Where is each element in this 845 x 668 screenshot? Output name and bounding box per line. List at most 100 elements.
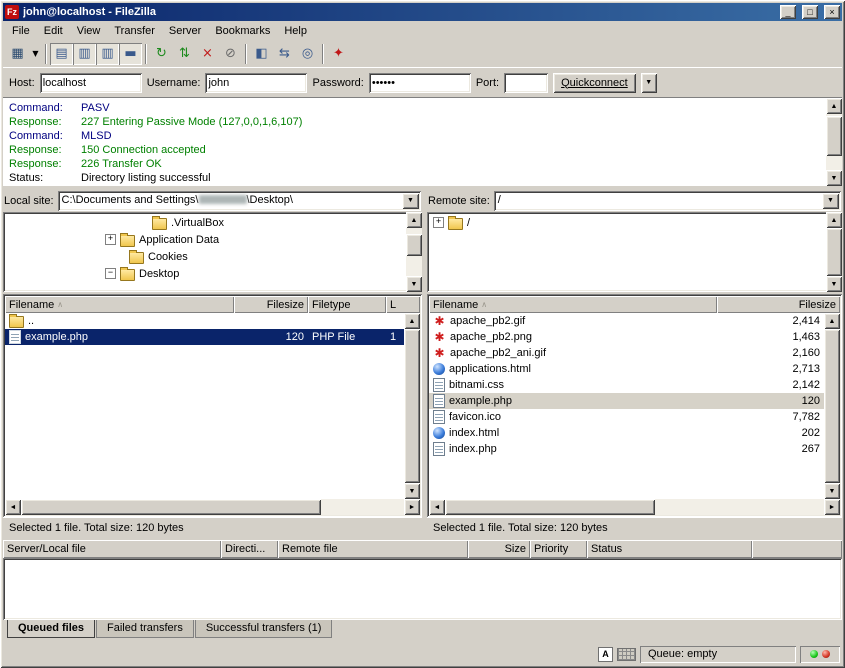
- column-header-priority[interactable]: Priority: [530, 540, 587, 558]
- tree-item[interactable]: + Application Data: [3, 231, 406, 248]
- toggle-remote-tree-button[interactable]: ▥: [96, 43, 119, 65]
- table-row[interactable]: applications.html 2,713: [429, 361, 824, 377]
- scroll-down-icon[interactable]: ▼: [404, 483, 420, 499]
- close-button[interactable]: ×: [824, 5, 840, 19]
- queue-body[interactable]: [3, 558, 842, 620]
- remote-site-dropdown-button[interactable]: ▼: [822, 193, 839, 209]
- tree-expand-icon[interactable]: +: [433, 217, 444, 228]
- quickconnect-button[interactable]: Quickconnect: [553, 73, 636, 93]
- table-row[interactable]: bitnami.css 2,142: [429, 377, 824, 393]
- tab-queued-files[interactable]: Queued files: [7, 620, 95, 638]
- column-header-filename[interactable]: Filename∧: [429, 296, 717, 313]
- toggle-local-tree-button[interactable]: ▥: [73, 43, 96, 65]
- scroll-down-icon[interactable]: ▼: [826, 276, 842, 292]
- remote-list-horizontal-scrollbar[interactable]: ◄ ►: [429, 499, 840, 515]
- scroll-up-icon[interactable]: ▲: [826, 212, 842, 228]
- menu-transfer[interactable]: Transfer: [107, 23, 162, 39]
- scroll-up-icon[interactable]: ▲: [406, 212, 422, 228]
- scroll-up-icon[interactable]: ▲: [404, 313, 420, 329]
- scroll-down-icon[interactable]: ▼: [406, 276, 422, 292]
- keys-button[interactable]: ✦: [327, 43, 350, 65]
- table-row-parent-dir[interactable]: ..: [5, 313, 404, 329]
- scroll-down-icon[interactable]: ▼: [826, 170, 842, 186]
- tree-expand-icon[interactable]: +: [105, 234, 116, 245]
- menu-help[interactable]: Help: [277, 23, 314, 39]
- process-queue-button[interactable]: ⇅: [173, 43, 196, 65]
- tree-item[interactable]: Cookies: [3, 248, 406, 265]
- port-input[interactable]: [504, 73, 548, 93]
- column-header-truncated[interactable]: L: [386, 296, 420, 313]
- table-row-example-php[interactable]: example.php 120 PHP File 1: [5, 329, 404, 345]
- username-input[interactable]: [205, 73, 307, 93]
- menu-view[interactable]: View: [70, 23, 108, 39]
- remote-list-vertical-scrollbar[interactable]: ▲ ▼: [824, 313, 840, 499]
- scroll-thumb[interactable]: [826, 116, 842, 156]
- local-list-vertical-scrollbar[interactable]: ▲ ▼: [404, 313, 420, 499]
- tree-item-root[interactable]: + /: [427, 214, 826, 231]
- tab-failed-transfers[interactable]: Failed transfers: [96, 620, 194, 638]
- table-row[interactable]: index.html 202: [429, 425, 824, 441]
- menu-bookmarks[interactable]: Bookmarks: [208, 23, 277, 39]
- scroll-right-icon[interactable]: ►: [404, 499, 420, 515]
- tab-successful-transfers[interactable]: Successful transfers (1): [195, 620, 333, 638]
- ascii-transfer-type-icon[interactable]: A: [598, 647, 613, 662]
- cancel-button[interactable]: ×: [196, 43, 219, 65]
- column-header-status[interactable]: Status: [587, 540, 752, 558]
- menu-server[interactable]: Server: [162, 23, 208, 39]
- host-input[interactable]: [40, 73, 142, 93]
- quickconnect-dropdown-button[interactable]: ▼: [641, 73, 657, 93]
- local-list-horizontal-scrollbar[interactable]: ◄ ►: [5, 499, 420, 515]
- title-bar[interactable]: Fz john@localhost - FileZilla _ □ ×: [3, 3, 842, 21]
- tree-item[interactable]: .VirtualBox: [3, 214, 406, 231]
- menu-edit[interactable]: Edit: [37, 23, 70, 39]
- scroll-thumb[interactable]: [445, 499, 655, 515]
- site-manager-button[interactable]: ▦: [6, 43, 29, 65]
- scroll-up-icon[interactable]: ▲: [826, 98, 842, 114]
- scroll-thumb[interactable]: [824, 329, 840, 483]
- minimize-button[interactable]: _: [780, 5, 796, 19]
- scroll-thumb[interactable]: [406, 234, 422, 256]
- local-tree-vertical-scrollbar[interactable]: ▲ ▼: [406, 212, 422, 292]
- refresh-button[interactable]: ↻: [150, 43, 173, 65]
- table-row-example-php[interactable]: example.php 120: [429, 393, 824, 409]
- keyboard-icon[interactable]: [617, 648, 636, 661]
- column-header-size[interactable]: Size: [468, 540, 530, 558]
- table-row[interactable]: index.php 267: [429, 441, 824, 457]
- remote-site-combo[interactable]: / ▼: [494, 191, 841, 211]
- directory-comparison-button[interactable]: ◧: [250, 43, 273, 65]
- scroll-right-icon[interactable]: ►: [824, 499, 840, 515]
- scroll-thumb[interactable]: [404, 329, 420, 483]
- table-row[interactable]: ✱apache_pb2.png 1,463: [429, 329, 824, 345]
- column-header-filesize[interactable]: Filesize: [717, 296, 840, 313]
- disconnect-button[interactable]: ⊘: [219, 43, 242, 65]
- maximize-button[interactable]: □: [802, 5, 818, 19]
- password-input[interactable]: [369, 73, 471, 93]
- find-files-button[interactable]: ◎: [296, 43, 319, 65]
- column-header-server-local-file[interactable]: Server/Local file: [3, 540, 221, 558]
- table-row[interactable]: ✱apache_pb2.gif 2,414: [429, 313, 824, 329]
- local-site-combo[interactable]: C:\Documents and Settings\\Desktop\ ▼: [58, 191, 421, 211]
- remote-tree-vertical-scrollbar[interactable]: ▲ ▼: [826, 212, 842, 292]
- scroll-thumb[interactable]: [21, 499, 321, 515]
- scroll-up-icon[interactable]: ▲: [824, 313, 840, 329]
- synchronized-browsing-button[interactable]: ⇆: [273, 43, 296, 65]
- column-header-remote-file[interactable]: Remote file: [278, 540, 468, 558]
- table-row[interactable]: ✱apache_pb2_ani.gif 2,160: [429, 345, 824, 361]
- column-header-filename[interactable]: Filename∧: [5, 296, 234, 313]
- scroll-down-icon[interactable]: ▼: [824, 483, 840, 499]
- column-header-filetype[interactable]: Filetype: [308, 296, 386, 313]
- toggle-message-log-button[interactable]: ▤: [50, 43, 73, 65]
- column-header-filesize[interactable]: Filesize: [234, 296, 308, 313]
- table-row[interactable]: favicon.ico 7,782: [429, 409, 824, 425]
- scroll-left-icon[interactable]: ◄: [5, 499, 21, 515]
- site-manager-dropdown-button[interactable]: ▼: [29, 43, 42, 65]
- log-vertical-scrollbar[interactable]: ▲ ▼: [826, 98, 842, 186]
- tree-item[interactable]: − Desktop: [3, 265, 406, 282]
- scroll-thumb[interactable]: [826, 228, 842, 276]
- scroll-left-icon[interactable]: ◄: [429, 499, 445, 515]
- local-site-dropdown-button[interactable]: ▼: [402, 193, 419, 209]
- column-header-direction[interactable]: Directi...: [221, 540, 278, 558]
- toggle-queue-button[interactable]: ▬: [119, 43, 142, 65]
- tree-collapse-icon[interactable]: −: [105, 268, 116, 279]
- menu-file[interactable]: File: [5, 23, 37, 39]
